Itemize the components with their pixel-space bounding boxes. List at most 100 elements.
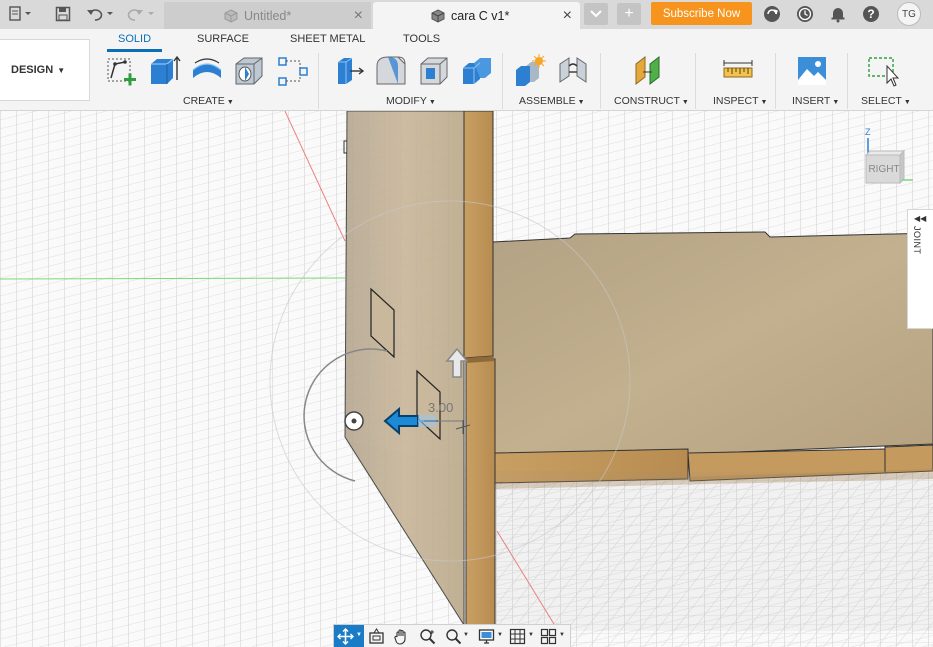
group-label: INSERT bbox=[792, 95, 831, 107]
document-cube-icon bbox=[224, 8, 238, 23]
fillet-icon[interactable] bbox=[374, 54, 408, 88]
caret-down-icon: ▼ bbox=[760, 99, 768, 106]
caret-down-icon: ▼ bbox=[577, 99, 585, 106]
dimension-value[interactable]: 3.00 bbox=[428, 400, 453, 415]
joint-icon[interactable] bbox=[556, 54, 590, 88]
caret-down-icon: ▼ bbox=[57, 65, 66, 75]
caret-down-icon[interactable]: ▼ bbox=[356, 632, 362, 638]
extensions-icon[interactable] bbox=[763, 5, 781, 23]
revolve-icon[interactable] bbox=[190, 54, 224, 88]
caret-down-icon[interactable]: ▼ bbox=[463, 632, 469, 638]
inspect-menu[interactable]: INSPECT ▼ bbox=[713, 95, 767, 107]
group-label: CONSTRUCT bbox=[614, 95, 680, 107]
new-tab-button[interactable]: + bbox=[617, 3, 641, 25]
group-divider bbox=[318, 53, 319, 109]
insert-image-icon[interactable] bbox=[795, 54, 829, 88]
caret-down-icon: ▼ bbox=[832, 99, 840, 106]
canvas-viewport[interactable]: 3.00 Z RIGHT ◀◀ JOINT bbox=[0, 111, 933, 647]
measure-icon[interactable] bbox=[721, 54, 755, 88]
workspace-switcher[interactable]: DESIGN ▼ bbox=[0, 39, 90, 101]
undo-icon bbox=[87, 9, 113, 21]
caret-down-icon: ▼ bbox=[428, 99, 436, 106]
zoom-icon[interactable] bbox=[419, 628, 436, 645]
pan-hand-icon[interactable] bbox=[393, 628, 410, 645]
shell-icon[interactable] bbox=[417, 54, 451, 88]
document-cube-icon bbox=[431, 8, 445, 23]
extrude-icon[interactable] bbox=[147, 54, 181, 88]
job-status-icon[interactable] bbox=[796, 5, 814, 23]
caret-down-icon: ▼ bbox=[681, 99, 689, 106]
tab-surface[interactable]: SURFACE bbox=[197, 33, 249, 45]
look-at-icon[interactable] bbox=[368, 628, 385, 645]
redo-button[interactable] bbox=[126, 4, 158, 24]
viewports-icon[interactable] bbox=[540, 628, 557, 645]
combine-icon[interactable] bbox=[460, 54, 494, 88]
group-divider bbox=[600, 53, 601, 109]
help-icon[interactable]: ? bbox=[862, 5, 880, 23]
offset-plane-icon[interactable] bbox=[631, 54, 665, 88]
group-divider bbox=[847, 53, 848, 109]
active-tab-indicator bbox=[107, 49, 162, 52]
group-label: INSPECT bbox=[713, 95, 759, 107]
construct-menu[interactable]: CONSTRUCT ▼ bbox=[614, 95, 689, 107]
grid-settings-icon[interactable] bbox=[509, 628, 526, 645]
model-scene bbox=[0, 111, 933, 647]
caret-down-icon[interactable]: ▼ bbox=[559, 632, 565, 638]
workspace-label: DESIGN bbox=[11, 64, 54, 76]
tab-list-button[interactable] bbox=[584, 3, 608, 25]
save-button[interactable] bbox=[54, 4, 72, 24]
fit-zoom-icon[interactable] bbox=[445, 628, 462, 645]
save-icon bbox=[55, 6, 71, 22]
caret-down-icon[interactable]: ▼ bbox=[497, 632, 503, 638]
new-component-icon[interactable] bbox=[513, 54, 547, 88]
tab-solid[interactable]: SOLID bbox=[118, 33, 151, 45]
group-label: SELECT bbox=[861, 95, 902, 107]
viewcube-axis-label: Z bbox=[865, 127, 871, 137]
select-menu[interactable]: SELECT ▼ bbox=[861, 95, 911, 107]
tab-sheet-metal[interactable]: SHEET METAL bbox=[290, 33, 365, 45]
undo-button[interactable] bbox=[86, 4, 118, 24]
close-icon[interactable]: × bbox=[563, 7, 572, 25]
navigation-bar: ▼ ▼ ▼ ▼ ▼ bbox=[333, 624, 571, 647]
tab-label: Untitled* bbox=[244, 8, 292, 23]
group-label: ASSEMBLE bbox=[519, 95, 576, 107]
pattern-icon[interactable] bbox=[276, 54, 310, 88]
viewcube[interactable]: Z RIGHT bbox=[858, 125, 914, 191]
caret-down-icon: ▼ bbox=[226, 99, 234, 106]
joint-panel-label: JOINT bbox=[912, 226, 922, 255]
double-chevron-left-icon: ◀◀ bbox=[914, 214, 927, 223]
close-icon[interactable]: × bbox=[354, 7, 363, 25]
viewcube-face-label: RIGHT bbox=[868, 164, 899, 175]
assemble-menu[interactable]: ASSEMBLE ▼ bbox=[519, 95, 585, 107]
group-label: CREATE bbox=[183, 95, 225, 107]
group-divider bbox=[775, 53, 776, 109]
window-select-icon[interactable] bbox=[866, 54, 900, 88]
user-avatar[interactable]: TG bbox=[897, 2, 921, 26]
joint-panel-tab[interactable]: ◀◀ JOINT bbox=[907, 209, 933, 329]
tab-tools[interactable]: TOOLS bbox=[403, 33, 440, 45]
notifications-bell-icon[interactable] bbox=[829, 5, 847, 23]
caret-down-icon: ▼ bbox=[903, 99, 911, 106]
tab-cara-c[interactable]: cara C v1* × bbox=[373, 2, 580, 29]
create-sketch-icon[interactable] bbox=[105, 54, 139, 88]
modify-menu[interactable]: MODIFY ▼ bbox=[386, 95, 436, 107]
create-menu[interactable]: CREATE ▼ bbox=[183, 95, 234, 107]
group-divider bbox=[502, 53, 503, 109]
display-settings-icon[interactable] bbox=[478, 628, 495, 645]
caret-down-icon[interactable]: ▼ bbox=[528, 632, 534, 638]
plus-icon: + bbox=[624, 5, 634, 22]
file-icon bbox=[9, 6, 31, 21]
svg-text:?: ? bbox=[867, 7, 874, 21]
hole-icon[interactable] bbox=[232, 54, 266, 88]
insert-menu[interactable]: INSERT ▼ bbox=[792, 95, 839, 107]
orbit-move-icon[interactable] bbox=[337, 628, 354, 645]
group-divider bbox=[695, 53, 696, 109]
tab-untitled[interactable]: Untitled* × bbox=[164, 2, 371, 29]
file-menu-button[interactable] bbox=[8, 4, 38, 24]
tab-label: cara C v1* bbox=[451, 8, 510, 23]
press-pull-icon[interactable] bbox=[332, 54, 366, 88]
subscribe-button[interactable]: Subscribe Now bbox=[651, 2, 752, 25]
redo-icon bbox=[127, 9, 154, 21]
toolbar-ribbon: DESIGN ▼ SOLID SURFACE SHEET METAL TOOLS… bbox=[0, 29, 933, 111]
chevron-down-icon bbox=[590, 10, 602, 18]
